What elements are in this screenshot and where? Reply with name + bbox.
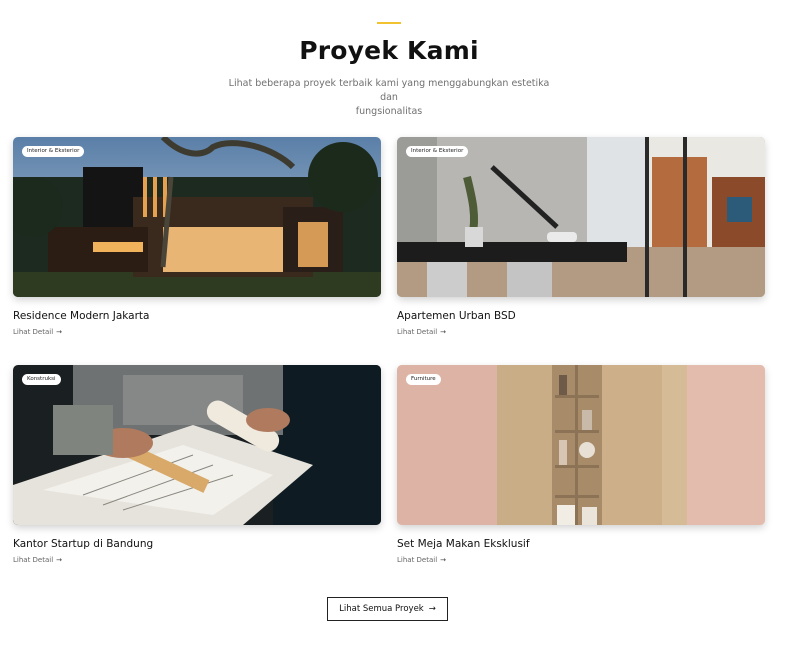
arrow-right-icon: → [428,604,436,614]
project-image-apartment[interactable]: Interior & Eksterior [397,137,765,297]
project-title[interactable]: Set Meja Makan Eksklusif [397,538,765,550]
detail-link[interactable]: Lihat Detail → [397,556,765,564]
section-subtitle: Lihat beberapa proyek terbaik kami yang … [220,77,558,119]
section-title: Proyek Kami [299,36,479,65]
detail-link[interactable]: Lihat Detail → [13,328,381,336]
project-image-office[interactable]: Konstruksi [13,365,381,525]
arrow-right-icon: → [440,556,447,564]
subtitle-line-2: fungsionalitas [355,106,423,117]
arrow-right-icon: → [56,556,63,564]
detail-link-label: Lihat Detail [397,328,438,336]
view-all-label: Lihat Semua Proyek [339,604,424,614]
category-badge: Konstruksi [22,374,61,385]
project-image-furniture[interactable]: Furniture [397,365,765,525]
project-title[interactable]: Apartemen Urban BSD [397,310,765,322]
category-badge: Interior & Eksterior [406,146,469,157]
project-title[interactable]: Residence Modern Jakarta [13,310,381,322]
detail-link[interactable]: Lihat Detail → [13,556,381,564]
project-card[interactable]: Furniture Set Meja Makan Eksklusif Lihat… [397,365,765,564]
view-all-projects-button[interactable]: Lihat Semua Proyek → [327,597,448,621]
subtitle-line-1: Lihat beberapa proyek terbaik kami yang … [228,78,550,103]
detail-link-label: Lihat Detail [13,556,54,564]
project-card[interactable]: Konstruksi Kantor Startup di Bandung Lih… [13,365,381,564]
detail-link-label: Lihat Detail [397,556,438,564]
detail-link-label: Lihat Detail [13,328,54,336]
detail-link[interactable]: Lihat Detail → [397,328,765,336]
project-card[interactable]: Interior & Eksterior Residence Modern Ja… [13,137,381,336]
category-badge: Furniture [406,374,441,385]
project-title[interactable]: Kantor Startup di Bandung [13,538,381,550]
category-badge: Interior & Eksterior [22,146,85,157]
project-image-residence[interactable]: Interior & Eksterior [13,137,381,297]
arrow-right-icon: → [440,328,447,336]
project-card[interactable]: Interior & Eksterior Apartemen Urban BSD… [397,137,765,336]
accent-bar [377,22,401,24]
arrow-right-icon: → [56,328,63,336]
